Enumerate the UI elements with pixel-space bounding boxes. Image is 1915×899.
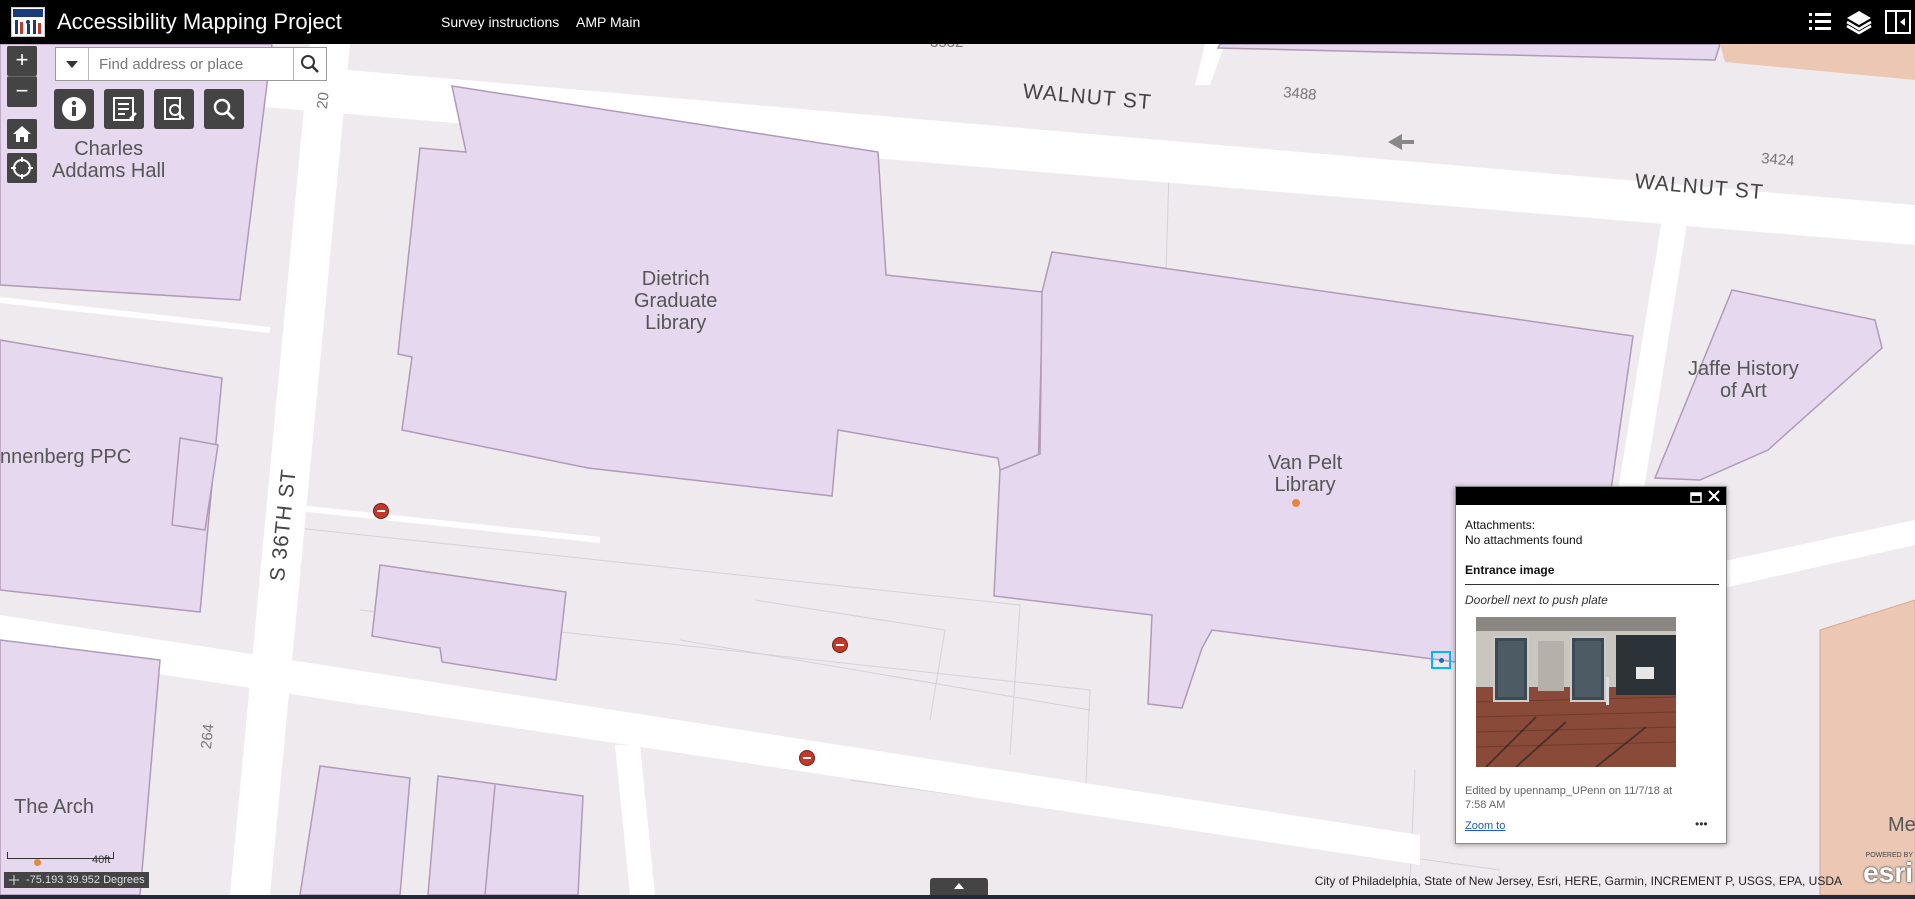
document-search-icon bbox=[164, 97, 185, 120]
scale-label: 40ft bbox=[92, 854, 111, 866]
os-taskbar bbox=[0, 895, 1915, 899]
popup-caption: Doorbell next to push plate bbox=[1465, 593, 1608, 607]
popup-titlebar bbox=[1456, 487, 1726, 505]
attachments-label: Attachments: bbox=[1465, 518, 1536, 532]
edited-time-text: 7:58 AM bbox=[1465, 799, 1506, 811]
maximize-button[interactable] bbox=[1690, 490, 1702, 503]
zoom-out-button[interactable]: − bbox=[7, 76, 37, 107]
layers-icon[interactable] bbox=[1845, 8, 1873, 36]
esri-brand: esri bbox=[1863, 857, 1913, 888]
selected-feature-highlight[interactable] bbox=[1431, 651, 1451, 669]
chevron-up-icon bbox=[954, 883, 964, 889]
chevron-down-icon bbox=[66, 61, 78, 68]
app-header: Accessibility Mapping Project Survey ins… bbox=[0, 0, 1915, 44]
esri-logo[interactable]: POWERED BY esri bbox=[1851, 852, 1913, 890]
app-title: Accessibility Mapping Project bbox=[57, 9, 342, 34]
label-house-number-3532: 3532 bbox=[930, 44, 963, 51]
popup-section-title: Entrance image bbox=[1465, 563, 1555, 577]
edited-by-text: Edited by upennamp_UPenn on 11/7/18 at bbox=[1465, 785, 1673, 797]
legend-icon bbox=[113, 97, 137, 121]
survey-instructions-link[interactable]: Survey instructions bbox=[441, 14, 559, 30]
query-button[interactable] bbox=[154, 89, 194, 129]
entrance-point[interactable] bbox=[1292, 499, 1300, 507]
coordinates-text: -75.193 39.952 Degrees bbox=[26, 874, 145, 886]
zoom-to-link[interactable]: Zoom to bbox=[1465, 820, 1505, 832]
search-widget bbox=[55, 47, 327, 81]
crosshair-icon bbox=[9, 875, 19, 885]
coordinates-readout[interactable]: -75.193 39.952 Degrees bbox=[4, 872, 149, 888]
location-dot bbox=[34, 859, 41, 866]
entrance-photo-image bbox=[1476, 617, 1676, 767]
label-dietrich-graduate-library: Dietrich Graduate Library bbox=[634, 268, 718, 334]
close-icon bbox=[1708, 490, 1720, 502]
search-tool-button[interactable] bbox=[204, 89, 244, 129]
info-icon bbox=[62, 97, 86, 121]
attribute-table-toggle[interactable] bbox=[930, 878, 988, 895]
close-button[interactable] bbox=[1707, 489, 1721, 503]
about-button[interactable] bbox=[54, 89, 94, 129]
home-button[interactable] bbox=[7, 119, 37, 149]
label-house-number-3424: 3424 bbox=[1760, 150, 1796, 170]
attachments-value: No attachments found bbox=[1465, 533, 1583, 547]
label-van-pelt-library: Van Pelt Library bbox=[1268, 452, 1343, 496]
search-button[interactable] bbox=[293, 48, 326, 80]
label-jaffe-history-of-art: Jaffe History of Art bbox=[1688, 358, 1799, 402]
home-icon bbox=[13, 126, 31, 142]
selected-point bbox=[1439, 658, 1444, 663]
label-house-number-3488: 3488 bbox=[1282, 84, 1318, 104]
maximize-icon bbox=[1690, 492, 1702, 503]
label-house-number-20: 20 bbox=[314, 91, 333, 110]
popup-divider bbox=[1465, 584, 1719, 585]
label-the-arch: The Arch bbox=[14, 796, 95, 818]
no-entry-marker[interactable] bbox=[832, 637, 848, 653]
locate-button[interactable] bbox=[7, 153, 37, 183]
app-logo bbox=[11, 7, 45, 37]
feature-popup: Attachments: No attachments found Entran… bbox=[1455, 486, 1727, 844]
amp-main-link[interactable]: AMP Main bbox=[576, 14, 640, 30]
search-input[interactable] bbox=[88, 48, 294, 80]
locate-icon bbox=[11, 157, 33, 179]
label-house-number-264: 264 bbox=[198, 723, 218, 750]
entrance-photo[interactable] bbox=[1476, 617, 1676, 767]
label-annenberg-ppc: nnenberg PPC bbox=[0, 446, 132, 468]
magnifier-icon bbox=[213, 98, 236, 121]
map-attribution: City of Philadelphia, State of New Jerse… bbox=[1314, 874, 1842, 888]
search-icon bbox=[301, 55, 319, 73]
label-me: Me bbox=[1888, 814, 1915, 836]
no-entry-marker[interactable] bbox=[799, 750, 815, 766]
label-charles-addams-hall: Charles Addams Hall bbox=[52, 138, 166, 182]
more-actions-button[interactable]: ••• bbox=[1695, 817, 1708, 831]
search-source-dropdown[interactable] bbox=[56, 48, 88, 80]
zoom-in-button[interactable]: + bbox=[7, 46, 37, 76]
list-icon[interactable] bbox=[1806, 8, 1834, 36]
legend-button[interactable] bbox=[104, 89, 144, 129]
panel-toggle-icon[interactable] bbox=[1884, 8, 1912, 36]
no-entry-marker[interactable] bbox=[373, 503, 389, 519]
